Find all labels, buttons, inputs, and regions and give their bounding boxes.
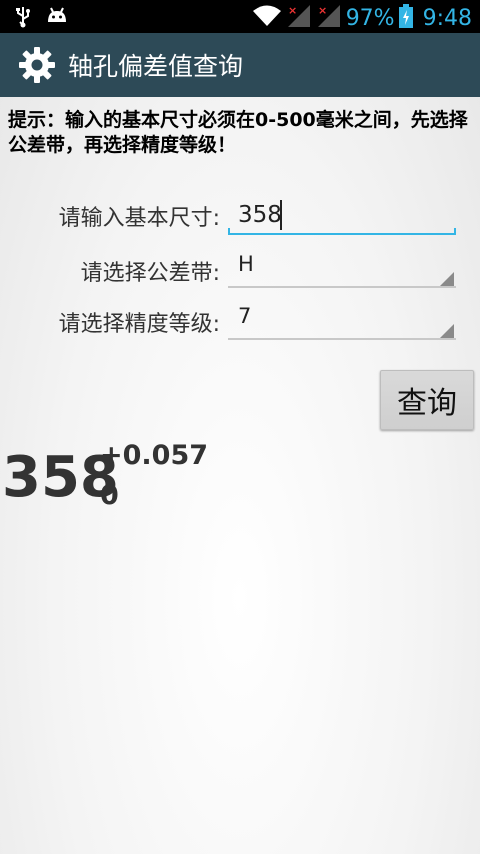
tolerance-value: H	[238, 252, 254, 276]
grade-spinner[interactable]: 7	[228, 294, 456, 340]
query-button[interactable]: 查询	[380, 370, 474, 430]
gear-icon[interactable]	[18, 46, 56, 84]
status-bar: × × 97% 9:48	[0, 0, 480, 33]
usb-icon	[14, 6, 32, 32]
app-title: 轴孔偏差值查询	[68, 52, 244, 81]
status-bar-right: × × 97% 9:48	[252, 3, 472, 33]
tolerance-spinner[interactable]: H	[228, 242, 456, 288]
signal-icon: ×	[286, 3, 312, 33]
input-tick-left	[228, 228, 230, 235]
android-icon	[46, 6, 68, 32]
action-bar: 轴孔偏差值查询	[0, 33, 480, 97]
grade-label: 请选择精度等级:	[58, 312, 220, 337]
battery-icon	[398, 4, 413, 32]
svg-text:×: ×	[288, 4, 297, 17]
signal-icon: ×	[316, 3, 342, 33]
result-lower-deviation: 0	[100, 480, 119, 511]
size-label: 请输入基本尺寸:	[58, 206, 220, 231]
spinner-underline	[228, 286, 456, 288]
text-caret	[280, 200, 282, 230]
wifi-icon	[252, 4, 282, 32]
result-upper-deviation: +0.057	[100, 440, 209, 471]
basic-size-input[interactable]	[228, 194, 456, 236]
status-bar-left	[14, 6, 68, 32]
battery-percent: 97%	[345, 5, 395, 31]
grade-value: 7	[238, 304, 252, 328]
input-underline	[228, 233, 456, 235]
status-time: 9:48	[422, 5, 472, 31]
dropdown-triangle-icon	[440, 272, 454, 286]
dropdown-triangle-icon	[440, 324, 454, 338]
svg-text:×: ×	[318, 4, 327, 17]
hint-text: 提示：输入的基本尺寸必须在0-500毫米之间，先选择公差带，再选择精度等级！	[8, 109, 468, 156]
spinner-underline	[228, 338, 456, 340]
input-tick-right	[454, 228, 456, 235]
tolerance-label: 请选择公差带:	[80, 261, 220, 286]
